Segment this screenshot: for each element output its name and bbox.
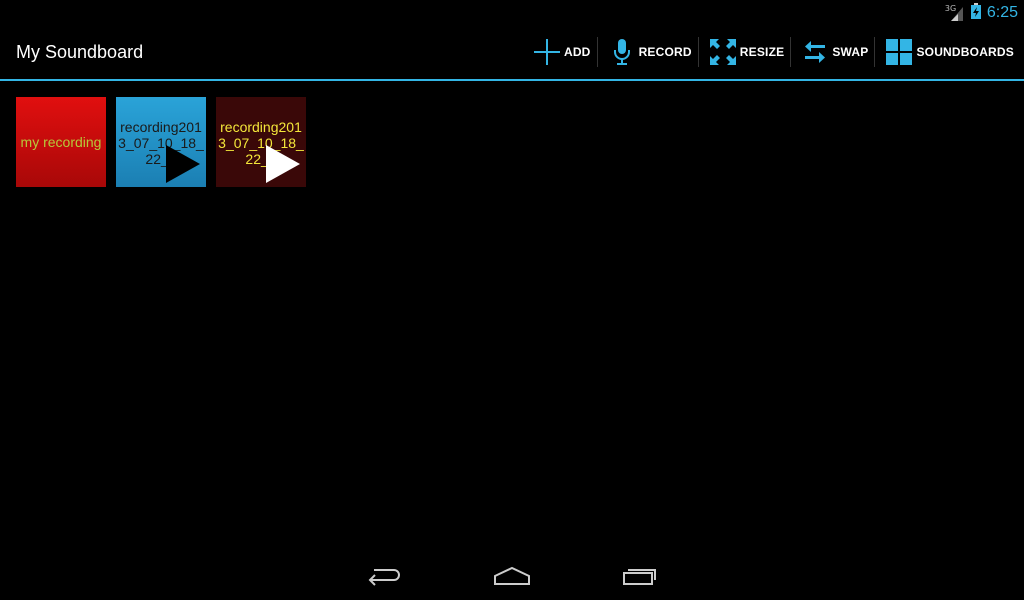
resize-icon [709, 38, 737, 66]
back-button[interactable] [364, 562, 404, 590]
back-icon [368, 569, 400, 586]
status-icons: 3G 6:25 [945, 0, 1018, 25]
add-button[interactable]: ADD [525, 25, 595, 79]
play-icon [166, 145, 200, 183]
record-label: RECORD [638, 45, 692, 59]
play-icon [266, 145, 300, 183]
signal-icon: 3G [945, 3, 965, 23]
action-bar: My Soundboard ADD RECORD RESIZE SWAP SOU… [0, 25, 1024, 81]
resize-button[interactable]: RESIZE [701, 25, 789, 79]
divider [790, 37, 792, 67]
divider [874, 37, 876, 67]
sound-tile[interactable]: recording2013_07_10_18_22_5 [116, 97, 206, 187]
clock: 6:25 [986, 3, 1018, 21]
sound-tile-label: my recording [20, 134, 102, 150]
app-title: My Soundboard [16, 42, 144, 62]
record-button[interactable]: RECORD [600, 25, 696, 79]
swap-icon [801, 38, 829, 66]
recent-apps-icon [623, 569, 656, 585]
sound-grid: my recording recording2013_07_10_18_22_5… [16, 97, 306, 187]
home-button[interactable] [492, 562, 532, 590]
swap-label: SWAP [832, 45, 869, 59]
divider [697, 37, 699, 67]
soundboards-button[interactable]: SOUNDBOARDS [877, 25, 1018, 79]
status-bar: 3G 6:25 [0, 0, 1024, 25]
soundboards-label: SOUNDBOARDS [916, 45, 1014, 59]
home-icon [494, 566, 530, 585]
microphone-icon [608, 38, 636, 66]
plus-icon [533, 38, 561, 66]
recent-apps-button[interactable] [620, 562, 660, 590]
battery-icon [970, 2, 981, 23]
sound-tile[interactable]: recording2013_07_10_18_22_5 [216, 97, 306, 187]
divider [596, 37, 598, 67]
grid-icon [885, 38, 913, 66]
navigation-bar [0, 552, 1024, 600]
swap-button[interactable]: SWAP [793, 25, 872, 79]
resize-label: RESIZE [739, 45, 785, 59]
action-buttons: ADD RECORD RESIZE SWAP SOUNDBOARDS [525, 25, 1018, 79]
sound-tile[interactable]: my recording [16, 97, 106, 187]
add-label: ADD [563, 45, 591, 59]
